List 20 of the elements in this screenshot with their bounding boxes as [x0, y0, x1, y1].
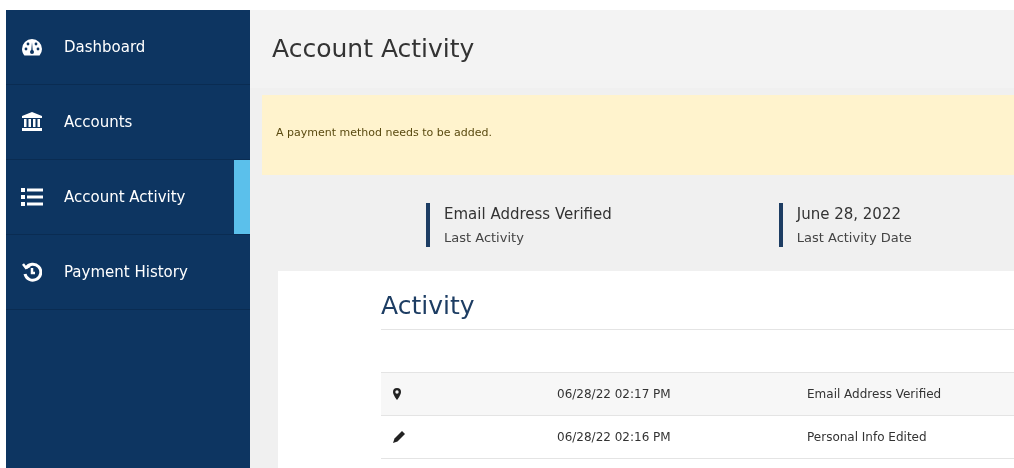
table-cell-text: 06/28/22 02:16 PM	[557, 428, 672, 446]
bank-icon	[22, 112, 42, 132]
alert-text: A payment method needs to be added.	[276, 125, 493, 141]
table-cell-text: Email Address Verified	[807, 385, 942, 403]
numbered-list-icon	[21, 187, 43, 207]
stat-value: Email Address Verified	[444, 204, 612, 225]
page-title: Account Activity	[272, 33, 475, 66]
stat-label: Last Activity Date	[796, 228, 912, 247]
table-cell-text: 06/28/22 02:17 PM	[557, 385, 672, 403]
map-pin-icon	[393, 387, 401, 400]
gauge-icon	[21, 38, 43, 56]
stat-label: Last Activity	[444, 228, 525, 247]
pencil-icon	[393, 430, 405, 443]
stat-value: June 28, 2022	[796, 204, 902, 225]
history-icon	[22, 262, 42, 282]
accent-bar	[426, 203, 430, 247]
section-title: Activity	[381, 291, 475, 320]
sidebar-item[interactable]: Account Activity	[6, 160, 250, 235]
table-cell-text: Personal Info Edited	[807, 428, 927, 446]
accent-bar	[778, 203, 783, 247]
